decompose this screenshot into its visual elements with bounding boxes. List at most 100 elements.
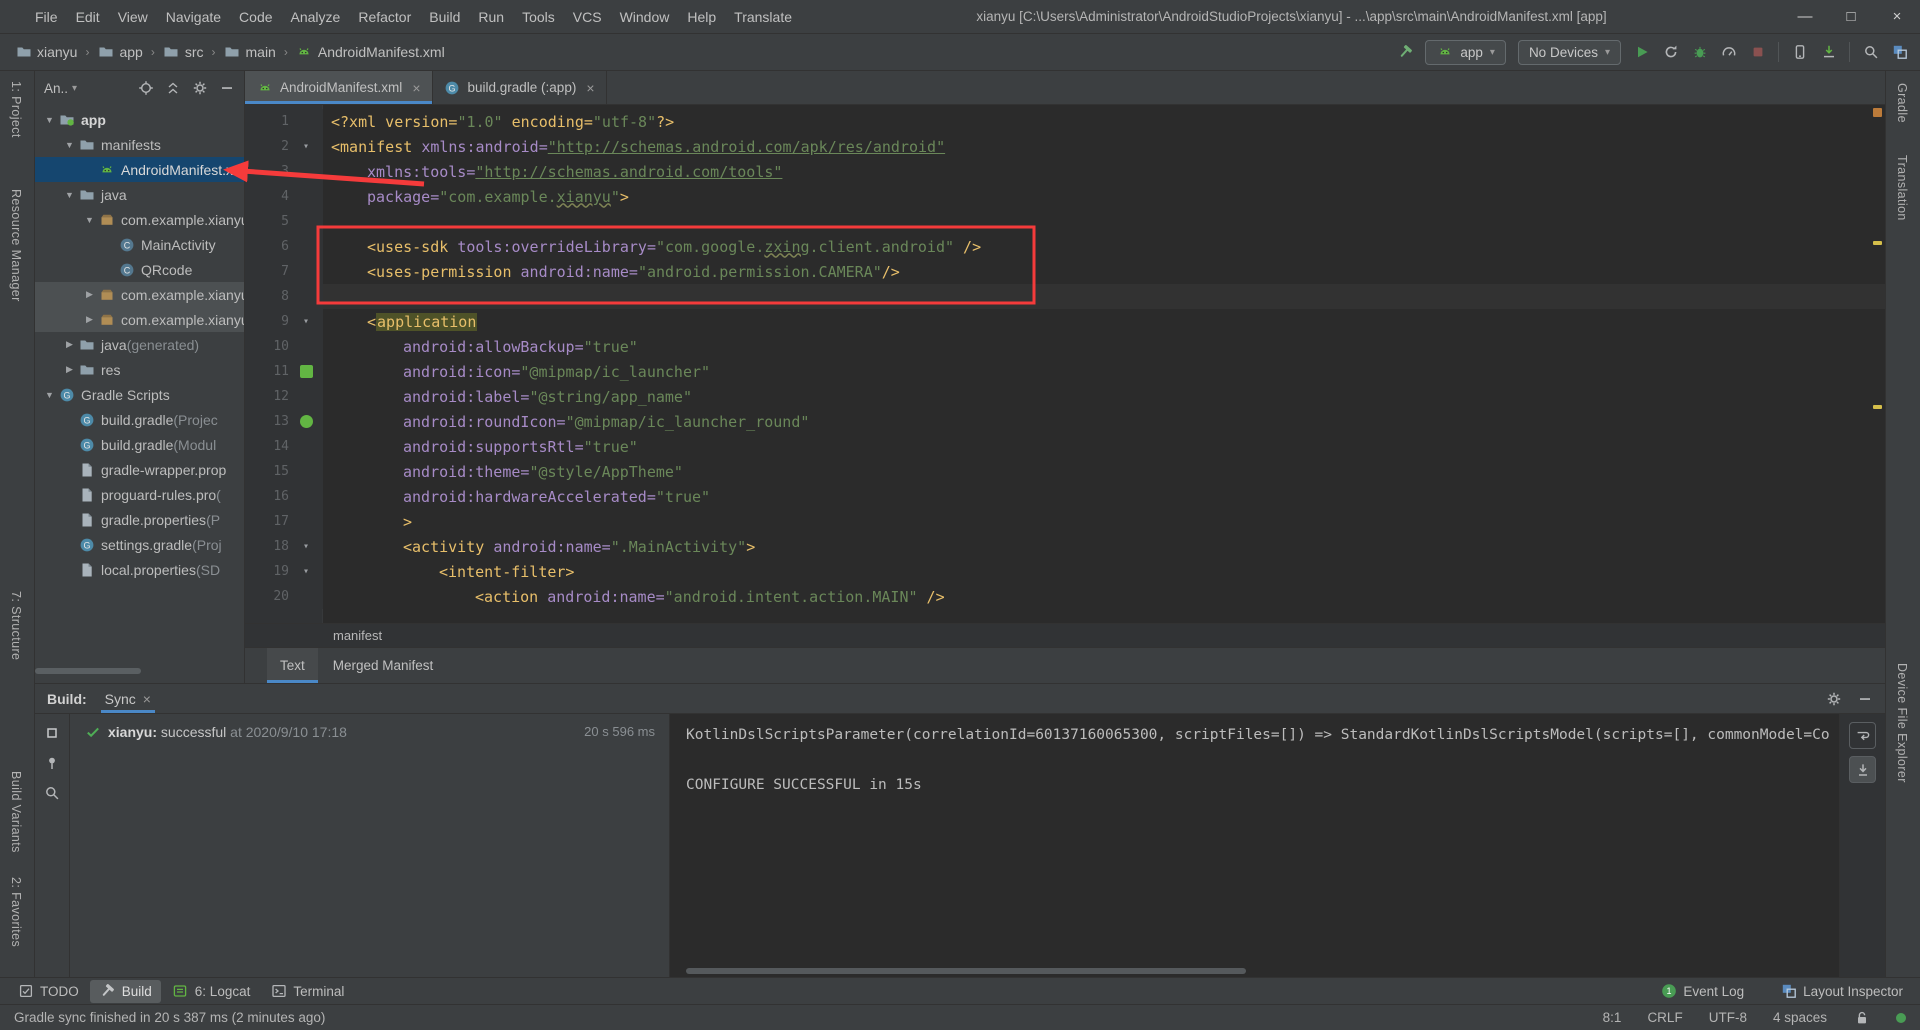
fold-arrow-icon[interactable]: ▾ (289, 316, 323, 327)
menu-code[interactable]: Code (230, 0, 281, 33)
code-line-18[interactable]: 18▾<activity android:name=".MainActivity… (245, 534, 1885, 559)
code-line-13[interactable]: 13android:roundIcon="@mipmap/ic_launcher… (245, 409, 1885, 434)
profile-button[interactable] (1720, 44, 1737, 61)
breadcrumb-app[interactable]: app (94, 42, 145, 63)
layout-inspector-icon[interactable] (1891, 44, 1908, 61)
scroll-to-end-button[interactable] (1849, 756, 1876, 783)
event-log-button[interactable]: 1Event Log (1651, 980, 1753, 1003)
menu-view[interactable]: View (109, 0, 157, 33)
toolwindow-build[interactable]: Build (90, 980, 161, 1003)
hide-panel-button[interactable] (218, 80, 235, 97)
tree-arrow-icon[interactable]: ▶ (81, 289, 98, 300)
menu-file[interactable]: File (26, 0, 67, 33)
editor-tab-build.gradle (:app)[interactable]: Gbuild.gradle (:app)× (433, 71, 607, 104)
tree-item-app[interactable]: ▼app (35, 107, 244, 132)
device-select[interactable]: No Devices▾ (1518, 40, 1621, 65)
stripe-gradle[interactable]: Gradle (1895, 83, 1909, 123)
menu-navigate[interactable]: Navigate (157, 0, 230, 33)
tree-arrow-icon[interactable]: ▼ (61, 140, 78, 150)
tree-item-gradle-wrapper.prop[interactable]: gradle-wrapper.prop (35, 457, 244, 482)
sdk-manager-button[interactable] (1820, 44, 1837, 61)
build-tab-sync[interactable]: Sync× (101, 684, 155, 713)
tree-item-build.gradle[interactable]: Gbuild.gradle (Modul (35, 432, 244, 457)
toolwindow-logcat[interactable]: 6: Logcat (163, 980, 260, 1003)
code-line-9[interactable]: 9▾<application (245, 309, 1885, 334)
menu-vcs[interactable]: VCS (564, 0, 611, 33)
stop-button[interactable] (1749, 44, 1766, 61)
stripe-structure[interactable]: 7: Structure (9, 591, 23, 660)
close-button[interactable]: × (1874, 8, 1920, 25)
collapse-all-button[interactable] (164, 80, 181, 97)
toolwindow-terminal[interactable]: Terminal (261, 980, 353, 1003)
code-line-19[interactable]: 19▾<intent-filter> (245, 559, 1885, 584)
code-line-2[interactable]: 2▾<manifest xmlns:android="http://schema… (245, 134, 1885, 159)
breadcrumb-xianyu[interactable]: xianyu (12, 42, 80, 63)
tree-item-com.example.xianyu[interactable]: ▼com.example.xianyu (35, 207, 244, 232)
breadcrumb-main[interactable]: main (221, 42, 279, 63)
fold-arrow-icon[interactable]: ▾ (289, 566, 323, 577)
code-line-12[interactable]: 12android:label="@string/app_name" (245, 384, 1885, 409)
build-console[interactable]: KotlinDslScriptsParameter(correlationId=… (670, 714, 1839, 977)
build-hammer-icon[interactable] (1396, 44, 1413, 61)
tree-arrow-icon[interactable]: ▼ (81, 215, 98, 225)
menu-analyze[interactable]: Analyze (282, 0, 350, 33)
close-tab-icon[interactable]: × (586, 80, 594, 96)
tree-arrow-icon[interactable]: ▼ (41, 115, 58, 125)
menu-build[interactable]: Build (420, 0, 469, 33)
gear-icon[interactable] (191, 80, 208, 97)
suspend-icon[interactable] (44, 724, 61, 741)
search-everywhere-button[interactable] (1862, 44, 1879, 61)
tree-item-com.example.xianyu[interactable]: ▶com.example.xianyu (35, 307, 244, 332)
stripe-translation[interactable]: Translation (1895, 155, 1909, 221)
code-line-10[interactable]: 10android:allowBackup="true" (245, 334, 1885, 359)
build-result-row[interactable]: xianyu: successful at 2020/9/10 17:18 (84, 723, 669, 740)
build-settings-icon[interactable] (1825, 690, 1842, 707)
code-line-5[interactable]: 5 (245, 209, 1885, 234)
tree-item-MainActivity[interactable]: CMainActivity (35, 232, 244, 257)
code-line-8[interactable]: 8 (245, 284, 1885, 309)
code-line-6[interactable]: 6<uses-sdk tools:overrideLibrary="com.go… (245, 234, 1885, 259)
pin-icon[interactable] (44, 754, 61, 771)
menu-translate[interactable]: Translate (725, 0, 801, 33)
soft-wrap-button[interactable] (1849, 722, 1876, 749)
console-scrollbar[interactable] (686, 968, 1246, 974)
tree-item-manifests[interactable]: ▼manifests (35, 132, 244, 157)
hide-build-button[interactable] (1856, 690, 1873, 707)
caret-position[interactable]: 8:1 (1603, 1010, 1622, 1025)
code-line-11[interactable]: 11android:icon="@mipmap/ic_launcher" (245, 359, 1885, 384)
stripe-device-file-explorer[interactable]: Device File Explorer (1895, 663, 1909, 783)
tree-arrow-icon[interactable]: ▼ (41, 390, 58, 400)
code-line-15[interactable]: 15android:theme="@style/AppTheme" (245, 459, 1885, 484)
close-icon[interactable]: × (143, 691, 151, 707)
tree-arrow-icon[interactable]: ▶ (81, 314, 98, 325)
code-line-17[interactable]: 17> (245, 509, 1885, 534)
device-manager-button[interactable] (1791, 44, 1808, 61)
minimize-button[interactable]: — (1782, 8, 1828, 25)
breadcrumb-src[interactable]: src (160, 42, 207, 63)
tree-item-Gradle Scripts[interactable]: ▼GGradle Scripts (35, 382, 244, 407)
menu-refactor[interactable]: Refactor (349, 0, 420, 33)
tree-arrow-icon[interactable]: ▼ (61, 190, 78, 200)
layout-inspector-button[interactable]: Layout Inspector (1771, 980, 1912, 1003)
tree-item-gradle.properties[interactable]: gradle.properties (P (35, 507, 244, 532)
editor-tab-AndroidManifest.xml[interactable]: AndroidManifest.xml× (245, 71, 433, 104)
tree-item-java[interactable]: ▼java (35, 182, 244, 207)
lock-icon[interactable] (1853, 1009, 1870, 1026)
breadcrumb-AndroidManifest.xml[interactable]: AndroidManifest.xml (293, 42, 448, 63)
code-line-14[interactable]: 14android:supportsRtl="true" (245, 434, 1885, 459)
tree-item-proguard-rules.pro[interactable]: proguard-rules.pro ( (35, 482, 244, 507)
tree-item-java[interactable]: ▶java (generated) (35, 332, 244, 357)
code-line-3[interactable]: 3xmlns:tools="http://schemas.android.com… (245, 159, 1885, 184)
apply-changes-button[interactable] (1662, 44, 1679, 61)
tree-item-local.properties[interactable]: local.properties (SD (35, 557, 244, 582)
menu-edit[interactable]: Edit (67, 0, 109, 33)
memory-indicator[interactable] (1896, 1013, 1906, 1023)
stripe-favorites[interactable]: 2: Favorites (9, 877, 23, 947)
stripe-build-variants[interactable]: Build Variants (9, 771, 23, 853)
toolwindow-todo[interactable]: TODO (8, 980, 88, 1003)
project-view-selector[interactable]: An..▾ (44, 81, 77, 96)
stripe-project[interactable]: 1: Project (9, 81, 23, 138)
filter-icon[interactable] (44, 784, 61, 801)
tree-arrow-icon[interactable]: ▶ (61, 364, 78, 375)
code-line-1[interactable]: 1<?xml version="1.0" encoding="utf-8"?> (245, 109, 1885, 134)
